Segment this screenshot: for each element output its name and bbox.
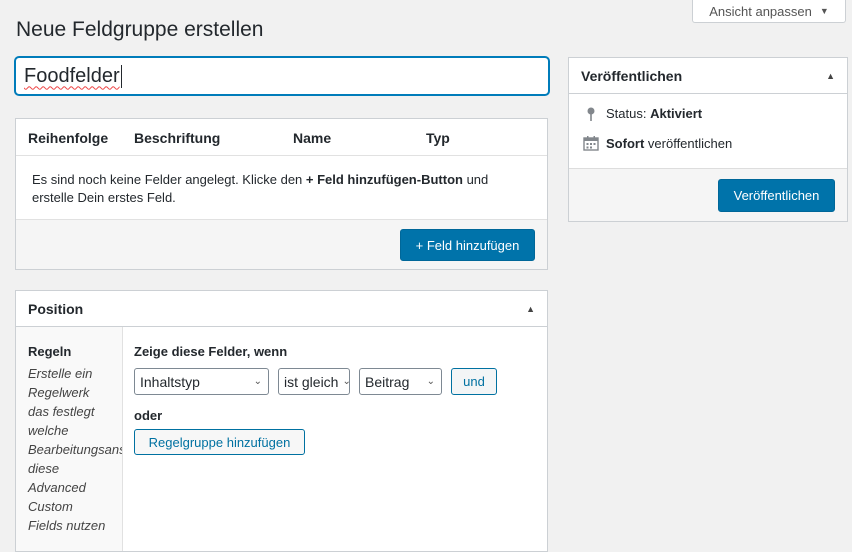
publish-header[interactable]: Veröffentlichen ▲ <box>569 58 847 94</box>
status-value: Aktiviert <box>650 106 703 121</box>
schedule-bold: Sofort <box>606 136 645 151</box>
rule-operator-select[interactable]: ist gleich ⌄ <box>278 368 350 395</box>
rules-description-line: das festlegt <box>28 404 95 419</box>
col-order: Reihenfolge <box>28 130 109 146</box>
arrow-up-icon[interactable]: ▲ <box>826 71 835 81</box>
field-group-title-input[interactable]: Foodfelder <box>15 57 549 95</box>
rule-param-select[interactable]: Inhaltstyp ⌄ <box>134 368 269 395</box>
rules-title: Zeige diese Felder, wenn <box>134 344 288 359</box>
publish-footer: Veröffentlichen <box>569 168 847 221</box>
fields-empty-message: Es sind noch keine Felder angelegt. Klic… <box>16 156 547 220</box>
rules-description-line: welche <box>28 423 69 438</box>
rules-description-line: Fields nutzen <box>28 518 106 533</box>
chevron-down-icon: ⌄ <box>342 376 349 387</box>
rules-main: Zeige diese Felder, wenn Inhaltstyp ⌄ is… <box>123 327 547 551</box>
screen-options-button[interactable]: Ansicht anpassen ▼ <box>692 0 846 23</box>
rules-description-line: diese <box>28 461 60 476</box>
col-type: Typ <box>426 130 450 146</box>
publish-title: Veröffentlichen <box>581 67 683 84</box>
screen-options-label: Ansicht anpassen <box>709 3 812 19</box>
rules-description-line: Advanced <box>28 480 86 495</box>
col-name: Name <box>293 130 332 146</box>
add-field-button[interactable]: + Feld hinzufügen <box>400 229 535 261</box>
fields-box: Reihenfolge Beschriftung Name Typ Es sin… <box>15 118 548 270</box>
position-box: Position ▲ Regeln Erstelle ein Regelwerk… <box>15 290 548 552</box>
page-title: Neue Feldgruppe erstellen <box>16 18 264 41</box>
chevron-down-icon: ⌄ <box>426 376 435 387</box>
or-label: oder <box>134 408 163 423</box>
rules-label: Regeln <box>28 344 72 359</box>
and-rule-button[interactable]: und <box>451 368 497 395</box>
position-title: Position <box>28 300 84 317</box>
schedule-text: veröffentlichen <box>647 136 733 151</box>
fields-table-header: Reihenfolge Beschriftung Name Typ <box>16 119 547 156</box>
text-cursor <box>120 64 122 88</box>
rules-description-line: Erstelle ein <box>28 366 93 381</box>
add-rule-group-button[interactable]: Regelgruppe hinzufügen <box>134 429 305 455</box>
rules-description-line: Regelwerk <box>28 385 90 400</box>
publish-button[interactable]: Veröffentlichen <box>718 179 835 212</box>
col-label: Beschriftung <box>134 130 221 146</box>
status-label: Status: <box>606 106 647 121</box>
arrow-up-icon[interactable]: ▲ <box>526 304 535 314</box>
calendar-icon <box>581 136 601 151</box>
title-input-value: Foodfelder <box>24 64 120 87</box>
publish-box: Veröffentlichen ▲ Status: Aktiviert Sofo… <box>568 57 848 222</box>
rule-value-select[interactable]: Beitrag ⌄ <box>359 368 442 395</box>
rules-description-line: Bearbeitungsansichten <box>28 442 123 457</box>
rule-row: Inhaltstyp ⌄ ist gleich ⌄ Beitrag ⌄ und <box>134 368 547 395</box>
caret-down-icon: ▼ <box>819 6 829 16</box>
position-header[interactable]: Position ▲ <box>16 291 547 327</box>
fields-footer: + Feld hinzufügen <box>16 220 547 269</box>
publish-schedule-row: Sofort veröffentlichen <box>569 136 847 151</box>
rules-description-line: Custom <box>28 499 73 514</box>
publish-status-row: Status: Aktiviert <box>569 106 847 121</box>
rules-label-column: Regeln Erstelle ein Regelwerk das festle… <box>16 327 123 551</box>
pin-icon <box>581 107 601 121</box>
chevron-down-icon: ⌄ <box>253 376 262 387</box>
